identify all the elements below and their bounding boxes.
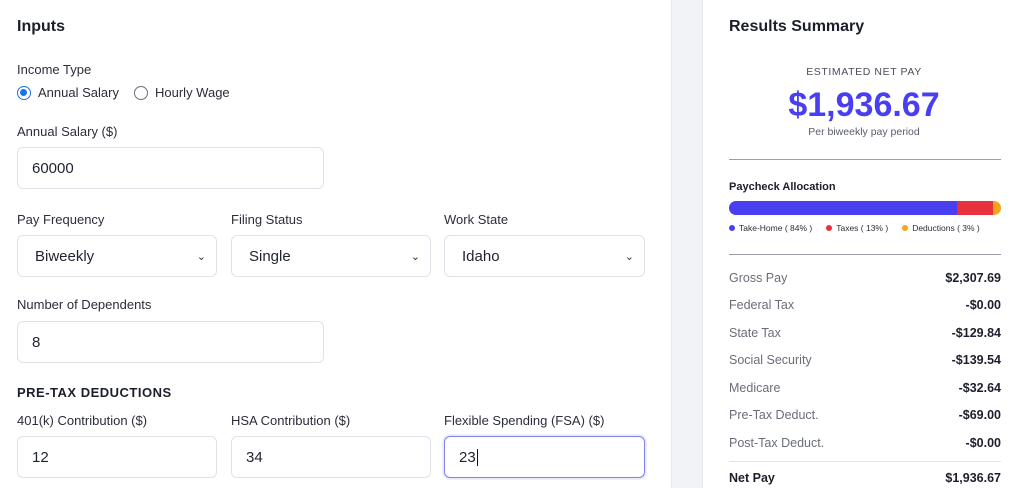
radio-annual-salary-label: Annual Salary [38,85,119,100]
breakdown-value: -$0.00 [965,436,1001,450]
breakdown-value: -$69.00 [958,408,1001,422]
breakdown-value: -$32.64 [958,381,1001,395]
fsa-input[interactable]: 23 [444,436,645,478]
results-title: Results Summary [729,18,865,35]
breakdown-value: $2,307.69 [945,271,1001,285]
breakdown-label: Federal Tax [729,298,795,312]
annual-salary-value: 60000 [32,159,74,177]
legend-take-home-label: Take-Home ( 84% ) [739,223,813,233]
net-pay-subtitle: Per biweekly pay period [808,126,920,138]
allocation-legend: Take-Home ( 84% ) Taxes ( 13% ) Deductio… [729,223,980,233]
radio-hourly-wage-label: Hourly Wage [155,85,230,100]
pay-frequency-label: Pay Frequency [17,212,105,227]
breakdown-value: -$0.00 [965,298,1001,312]
breakdown-row: Post-Tax Deduct. -$0.00 [729,436,1001,450]
breakdown-label: State Tax [729,326,781,340]
legend-deductions-label: Deductions ( 3% ) [912,223,980,233]
inputs-panel: Inputs Income Type Annual Salary Hourly … [0,0,672,488]
take-home-segment [729,201,958,215]
breakdown-label: Medicare [729,381,781,395]
dot-icon [902,225,909,231]
fsa-label: Flexible Spending (FSA) ($) [444,413,605,428]
legend-deductions: Deductions ( 3% ) [902,223,980,233]
dependents-value: 8 [32,333,41,351]
dot-icon [826,225,833,231]
divider [729,461,1001,462]
fsa-value: 23 [459,448,476,466]
contrib-401k-value: 12 [32,448,49,466]
filing-status-select[interactable]: Single ⌄ [231,235,431,277]
chevron-down-icon: ⌄ [624,250,634,263]
pay-frequency-value: Biweekly [35,247,95,265]
pay-frequency-select[interactable]: Biweekly ⌄ [17,235,217,277]
net-pay-total-row: Net Pay $1,936.67 [729,471,1001,485]
breakdown-row: Pre-Tax Deduct. -$69.00 [729,408,1001,422]
annual-salary-label: Annual Salary ($) [17,124,118,139]
inputs-title: Inputs [17,18,65,35]
breakdown-row: Medicare -$32.64 [729,381,1001,395]
net-pay-amount: $1,936.67 [788,86,940,124]
net-pay-caption: ESTIMATED NET PAY [806,66,922,78]
radio-unchecked-icon[interactable] [134,85,148,100]
dependents-label: Number of Dependents [17,297,152,312]
dependents-input[interactable]: 8 [17,321,324,363]
income-type-label: Income Type [17,62,92,77]
contrib-401k-label: 401(k) Contribution ($) [17,413,148,428]
breakdown-value: -$129.84 [951,326,1001,340]
breakdown-row: Social Security -$139.54 [729,353,1001,367]
allocation-title: Paycheck Allocation [729,181,836,193]
breakdown-row: Federal Tax -$0.00 [729,298,1001,312]
dot-icon [729,225,735,231]
radio-annual-salary[interactable]: Annual Salary [17,85,119,100]
filing-status-label: Filing Status [231,212,303,227]
legend-taxes: Taxes ( 13% ) [826,223,888,233]
net-pay-total-label: Net Pay [729,471,775,485]
deductions-segment [992,201,1001,215]
legend-take-home: Take-Home ( 84% ) [729,223,812,233]
legend-taxes-label: Taxes ( 13% ) [836,223,889,233]
hsa-value: 34 [246,448,263,466]
divider [729,159,1001,160]
net-pay-total-value: $1,936.67 [945,471,1001,485]
breakdown-row: State Tax -$129.84 [729,326,1001,340]
breakdown-row: Gross Pay $2,307.69 [729,271,1001,285]
results-panel: Results Summary ESTIMATED NET PAY $1,936… [702,0,1024,488]
text-cursor [476,448,478,466]
breakdown-label: Post-Tax Deduct. [729,436,825,450]
radio-hourly-wage[interactable]: Hourly Wage [134,85,230,100]
breakdown-label: Pre-Tax Deduct. [729,408,819,422]
breakdown-value: -$139.54 [951,353,1001,367]
taxes-segment [957,201,993,215]
contrib-401k-input[interactable]: 12 [17,436,217,478]
work-state-select[interactable]: Idaho ⌄ [444,235,645,277]
radio-checked-icon[interactable] [17,85,31,100]
annual-salary-input[interactable]: 60000 [17,147,324,189]
pretax-deductions-heading: PRE-TAX DEDUCTIONS [17,385,172,400]
breakdown-label: Social Security [729,353,812,367]
hsa-label: HSA Contribution ($) [231,413,351,428]
allocation-bar [729,201,1001,215]
hsa-input[interactable]: 34 [231,436,431,478]
chevron-down-icon: ⌄ [410,250,420,263]
chevron-down-icon: ⌄ [196,250,206,263]
work-state-value: Idaho [462,247,500,265]
breakdown-label: Gross Pay [729,271,788,285]
work-state-label: Work State [444,212,509,227]
divider [729,254,1001,255]
filing-status-value: Single [249,247,291,265]
